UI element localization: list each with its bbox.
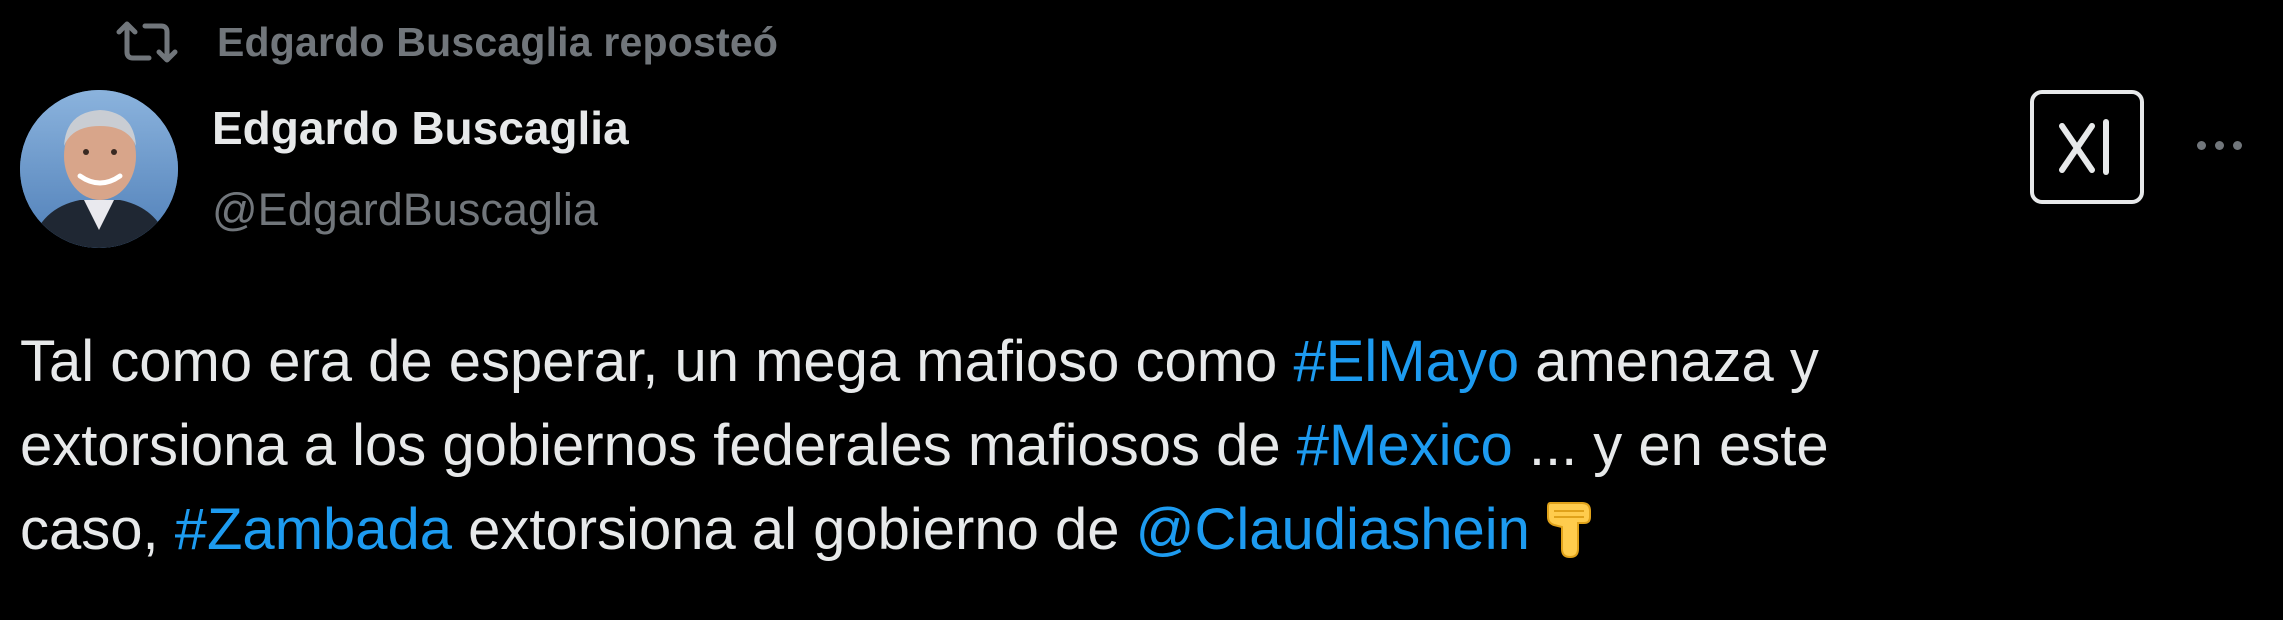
repost-icon bbox=[116, 21, 178, 63]
tweet-text-segment: amenaza y bbox=[1519, 329, 1819, 394]
tweet-text-segment: extorsiona a los gobiernos federales maf… bbox=[20, 413, 1297, 478]
repost-label: Edgardo Buscaglia reposteó bbox=[217, 18, 779, 65]
more-button[interactable] bbox=[2184, 120, 2254, 170]
avatar[interactable] bbox=[20, 90, 178, 248]
tweet-text-segment: ... y en este bbox=[1512, 413, 1829, 478]
author-name[interactable]: Edgardo Buscaglia bbox=[212, 100, 629, 156]
hashtag-link[interactable]: #Mexico bbox=[1297, 413, 1513, 478]
grok-button[interactable] bbox=[2030, 90, 2144, 204]
pointing-down-hand-emoji bbox=[1542, 497, 1596, 582]
hashtag-link[interactable]: #ElMayo bbox=[1293, 329, 1519, 394]
mention-link[interactable]: @Claudiashein bbox=[1136, 497, 1530, 562]
author-handle[interactable]: @EdgardBuscaglia bbox=[212, 182, 598, 238]
tweet-text-segment: caso, bbox=[20, 497, 175, 562]
tweet-line: extorsiona a los gobiernos federales maf… bbox=[20, 404, 2240, 488]
tweet-text: Tal como era de esperar, un mega mafioso… bbox=[20, 320, 2240, 582]
grok-icon bbox=[2059, 119, 2109, 175]
tweet-line: caso, #Zambada extorsiona al gobierno de… bbox=[20, 488, 2240, 582]
more-icon bbox=[2196, 140, 2206, 150]
repost-header[interactable]: Edgardo Buscaglia reposteó bbox=[115, 14, 778, 70]
tweet-line: Tal como era de esperar, un mega mafioso… bbox=[20, 320, 2240, 404]
tweet-text-segment: Tal como era de esperar, un mega mafioso… bbox=[20, 329, 1294, 394]
tweet-text-segment: extorsiona al gobierno de bbox=[452, 497, 1136, 562]
hashtag-link[interactable]: #Zambada bbox=[175, 497, 452, 562]
